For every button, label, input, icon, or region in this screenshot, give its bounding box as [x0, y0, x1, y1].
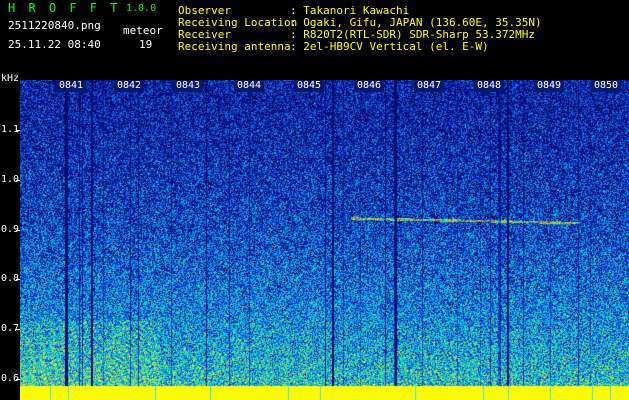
antenna-value: : 2el-HB9CV Vertical (el. E-W): [290, 40, 489, 53]
x-tick-label: 0846: [354, 80, 384, 92]
x-tick-label: 0842: [114, 80, 144, 92]
x-tick-label: 0844: [234, 80, 264, 92]
meteor-label: meteor: [123, 24, 163, 37]
x-tick-label: 0845: [294, 80, 324, 92]
antenna-key: Receiving antenna: [178, 40, 291, 53]
x-tick-label: 0843: [173, 80, 203, 92]
app-version: 1.0.0: [126, 3, 157, 14]
y-tick-mark: [16, 279, 20, 280]
meteor-count: 19: [139, 38, 153, 51]
y-tick-mark: [16, 379, 20, 380]
x-tick-label: 0848: [474, 80, 504, 92]
y-tick-mark: [16, 180, 20, 181]
file-name: 2511220840.png: [8, 19, 101, 32]
y-tick-mark: [16, 230, 20, 231]
y-axis-unit: kHz: [1, 73, 20, 84]
x-tick-label: 0841: [56, 80, 86, 92]
spectrogram: [20, 80, 629, 400]
y-tick-mark: [16, 329, 20, 330]
capture-datetime: 25.11.22 08:40: [8, 38, 101, 51]
x-tick-label: 0850: [591, 80, 621, 92]
x-tick-label: 0847: [414, 80, 444, 92]
x-tick-label: 0849: [534, 80, 564, 92]
app-name: H R O F F T: [8, 1, 121, 15]
y-tick-mark: [16, 130, 20, 131]
